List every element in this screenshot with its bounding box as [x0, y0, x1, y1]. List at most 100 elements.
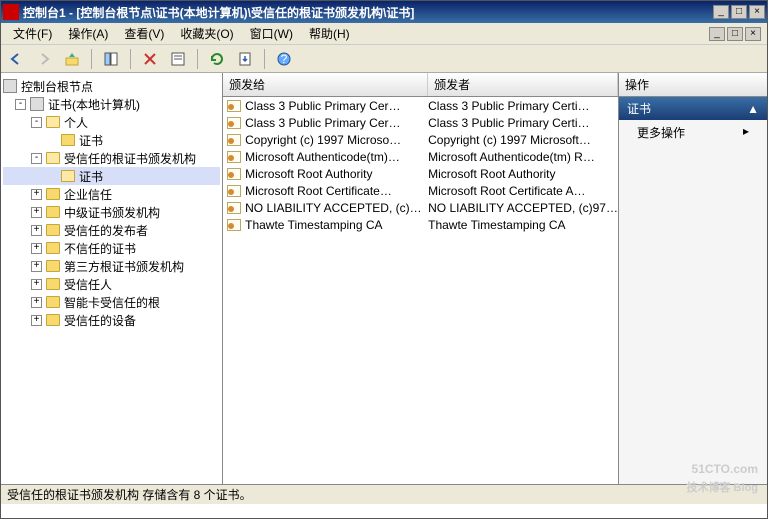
svg-text:?: ?	[281, 52, 288, 66]
doc-restore-button[interactable]: □	[727, 27, 743, 41]
tree-trusted-root-certs[interactable]: 证书	[3, 167, 220, 185]
actions-more-label: 更多操作	[637, 124, 685, 141]
tree-root[interactable]: 控制台根节点	[3, 77, 220, 95]
certificate-icon	[227, 134, 241, 146]
folder-icon	[46, 188, 60, 200]
title-bar: 控制台1 - [控制台根节点\证书(本地计算机)\受信任的根证书颁发机构\证书]…	[1, 1, 767, 23]
tree-label: 受信任的发布者	[64, 222, 148, 239]
list-row[interactable]: Class 3 Public Primary Cer…Class 3 Publi…	[223, 97, 618, 114]
help-button[interactable]: ?	[273, 48, 295, 70]
expand-icon[interactable]: +	[31, 261, 42, 272]
tree-thirdparty[interactable]: +第三方根证书颁发机构	[3, 257, 220, 275]
expand-icon[interactable]: +	[31, 207, 42, 218]
expand-icon[interactable]: +	[31, 189, 42, 200]
show-hide-tree-button[interactable]	[100, 48, 122, 70]
actions-selected-label: 证书	[627, 100, 651, 117]
cell-issued-by: Microsoft Root Certificate A…	[428, 184, 618, 198]
properties-button[interactable]	[167, 48, 189, 70]
maximize-button[interactable]: □	[731, 5, 747, 19]
certificate-icon	[227, 117, 241, 129]
actions-header: 操作	[619, 73, 767, 97]
list-row[interactable]: Class 3 Public Primary Cer…Class 3 Publi…	[223, 114, 618, 131]
collapse-icon[interactable]: -	[15, 99, 26, 110]
folder-icon	[46, 260, 60, 272]
list-body[interactable]: Class 3 Public Primary Cer…Class 3 Publi…	[223, 97, 618, 484]
tree-smartcard[interactable]: +智能卡受信任的根	[3, 293, 220, 311]
export-list-button[interactable]	[234, 48, 256, 70]
tree-label: 证书	[79, 132, 103, 149]
collapse-icon[interactable]: -	[31, 117, 42, 128]
tree-personal-certs[interactable]: 证书	[3, 131, 220, 149]
folder-icon	[46, 152, 60, 164]
doc-minimize-button[interactable]: _	[709, 27, 725, 41]
tree-trusted-dev[interactable]: + 受信任的设备	[3, 311, 220, 329]
column-issued-to[interactable]: 颁发给	[223, 73, 428, 96]
list-row[interactable]: Microsoft Root AuthorityMicrosoft Root A…	[223, 165, 618, 182]
status-text: 受信任的根证书颁发机构 存储含有 8 个证书。	[7, 486, 252, 503]
list-row[interactable]: Microsoft Root Certificate…Microsoft Roo…	[223, 182, 618, 199]
folder-icon	[46, 314, 60, 326]
menu-favorites[interactable]: 收藏夹(O)	[172, 23, 241, 44]
expand-icon[interactable]: +	[31, 279, 42, 290]
tree-untrusted[interactable]: + 不信任的证书	[3, 239, 220, 257]
doc-close-button[interactable]: ×	[745, 27, 761, 41]
tree-cert-local[interactable]: -证书(本地计算机)	[3, 95, 220, 113]
window-title: 控制台1 - [控制台根节点\证书(本地计算机)\受信任的根证书颁发机构\证书]	[23, 4, 713, 21]
list-row[interactable]: Thawte Timestamping CAThawte Timestampin…	[223, 216, 618, 233]
forward-button[interactable]	[33, 48, 55, 70]
cell-issued-to: Class 3 Public Primary Cer…	[245, 116, 428, 130]
cell-issued-to: Copyright (c) 1997 Microso…	[245, 133, 428, 147]
actions-pane: 操作 证书 ▲ 更多操作 ▸	[619, 73, 767, 484]
expand-icon[interactable]: +	[31, 225, 42, 236]
cell-issued-to: NO LIABILITY ACCEPTED, (c)…	[245, 201, 428, 215]
minimize-button[interactable]: _	[713, 5, 729, 19]
collapse-icon[interactable]: -	[31, 153, 42, 164]
toolbar: ?	[1, 45, 767, 73]
tree-trusted-root[interactable]: -受信任的根证书颁发机构	[3, 149, 220, 167]
delete-button[interactable]	[139, 48, 161, 70]
menu-file[interactable]: 文件(F)	[5, 23, 60, 44]
folder-icon	[46, 242, 60, 254]
menu-bar: 文件(F) 操作(A) 查看(V) 收藏夹(O) 窗口(W) 帮助(H) _ □…	[1, 23, 767, 45]
menu-action[interactable]: 操作(A)	[60, 23, 116, 44]
app-icon	[3, 4, 19, 20]
close-button[interactable]: ×	[749, 5, 765, 19]
cell-issued-by: Class 3 Public Primary Certi…	[428, 99, 618, 113]
tree-pane[interactable]: 控制台根节点 -证书(本地计算机) -个人 证书 -受信任的根证书颁发机构 证书…	[1, 73, 223, 484]
column-issued-by[interactable]: 颁发者	[428, 73, 618, 96]
expand-icon[interactable]: +	[31, 315, 42, 326]
expand-icon[interactable]: +	[31, 243, 42, 254]
tree-personal[interactable]: -个人	[3, 113, 220, 131]
menu-help[interactable]: 帮助(H)	[301, 23, 358, 44]
certificate-icon	[227, 151, 241, 163]
tree-label: 证书	[79, 168, 103, 185]
folder-icon	[46, 116, 60, 128]
console-root-icon	[3, 79, 17, 93]
chevron-up-icon: ▲	[747, 102, 759, 116]
menu-view[interactable]: 查看(V)	[116, 23, 172, 44]
cell-issued-to: Class 3 Public Primary Cer…	[245, 99, 428, 113]
list-row[interactable]: Microsoft Authenticode(tm)…Microsoft Aut…	[223, 148, 618, 165]
list-row[interactable]: Copyright (c) 1997 Microso…Copyright (c)…	[223, 131, 618, 148]
list-row[interactable]: NO LIABILITY ACCEPTED, (c)…NO LIABILITY …	[223, 199, 618, 216]
actions-selected[interactable]: 证书 ▲	[619, 97, 767, 120]
tree-label: 受信任人	[64, 276, 112, 293]
up-button[interactable]	[61, 48, 83, 70]
tree-trusted-people[interactable]: + 受信任人	[3, 275, 220, 293]
folder-icon	[46, 206, 60, 218]
menu-window[interactable]: 窗口(W)	[242, 23, 301, 44]
refresh-button[interactable]	[206, 48, 228, 70]
tree-enterprise[interactable]: +企业信任	[3, 185, 220, 203]
cell-issued-by: Class 3 Public Primary Certi…	[428, 116, 618, 130]
back-button[interactable]	[5, 48, 27, 70]
status-bar: 受信任的根证书颁发机构 存储含有 8 个证书。	[1, 484, 767, 504]
tree-label: 控制台根节点	[21, 78, 93, 95]
tree-intermediate[interactable]: +中级证书颁发机构	[3, 203, 220, 221]
folder-icon	[46, 278, 60, 290]
expand-icon[interactable]: +	[31, 297, 42, 308]
cell-issued-to: Microsoft Root Authority	[245, 167, 428, 181]
tree-label: 受信任的设备	[64, 312, 136, 329]
tree-trusted-pub[interactable]: + 受信任的发布者	[3, 221, 220, 239]
actions-more[interactable]: 更多操作 ▸	[619, 120, 767, 145]
tree-label: 不信任的证书	[64, 240, 136, 257]
